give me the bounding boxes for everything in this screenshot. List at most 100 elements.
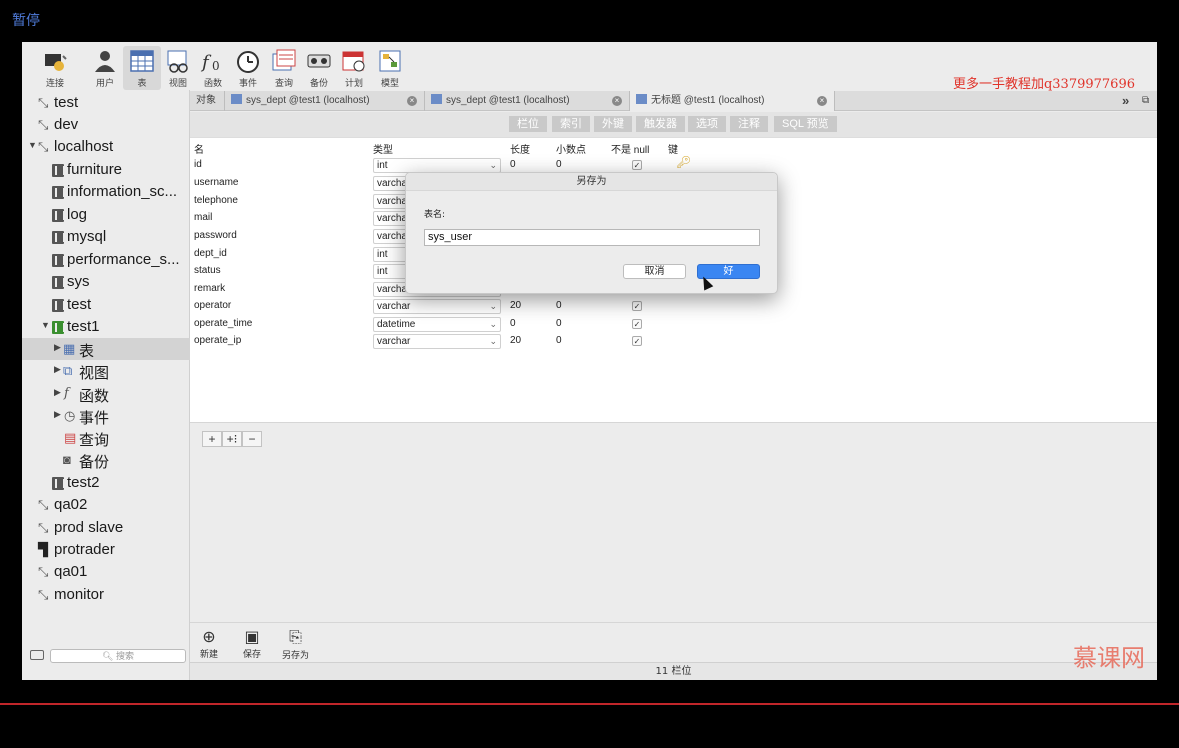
subtab-comments[interactable]: 注释 xyxy=(730,116,769,132)
close-icon[interactable]: × xyxy=(612,96,622,106)
type-select[interactable]: int ⌄ xyxy=(373,158,501,173)
toggle-sidebar-button[interactable] xyxy=(30,650,44,660)
subtab-fields[interactable]: 栏位 xyxy=(509,116,548,132)
tree-db-test[interactable]: test xyxy=(22,294,190,316)
schedule-icon xyxy=(342,51,365,72)
col-type-header: 类型 xyxy=(373,145,393,156)
tree-node-views[interactable]: ▶ ⧉ 视图 xyxy=(22,360,190,382)
connection-tree: ⤡ test ⤡ dev ▼ ⤡ localhost furniture informa… xyxy=(22,90,190,645)
field-row[interactable]: operator varchar ⌄ 20 0 ✓ xyxy=(190,298,1157,315)
view-icon xyxy=(167,50,188,73)
cancel-button[interactable]: 取消 xyxy=(623,264,686,279)
type-select[interactable]: varchar ⌄ xyxy=(373,334,501,349)
svg-text:0: 0 xyxy=(212,59,220,73)
tree-node-queries[interactable]: ▤ 查询 xyxy=(22,427,190,449)
pause-label: 暂停 xyxy=(12,13,40,29)
tree-conn-qa02[interactable]: ⤡ qa02 xyxy=(22,494,190,516)
toolbar-schedule-button[interactable]: 计划 xyxy=(335,46,373,90)
footer-toolbar: ⊕ 新建 ▣ 保存 ⎘ 另存为 xyxy=(190,622,1157,662)
toolbar-event-button[interactable]: 事件 xyxy=(229,46,267,90)
close-icon[interactable]: × xyxy=(817,96,827,106)
connection-icon: ⤡ xyxy=(38,497,49,512)
subtab-sql-preview[interactable]: SQL 预览 xyxy=(774,116,838,132)
tab-untitled[interactable]: 无标题 @test1 (localhost) × xyxy=(630,91,835,111)
tree-db-test1[interactable]: ▼ test1 xyxy=(22,316,190,338)
tab-sys-dept-1[interactable]: sys_dept @test1 (localhost) × xyxy=(225,91,425,111)
toolbar-table-button[interactable]: 表 xyxy=(123,46,161,90)
expanded-triangle-icon[interactable]: ▼ xyxy=(28,140,37,150)
connection-icon: ⤡ xyxy=(38,95,49,110)
field-row[interactable]: operate_ip varchar ⌄ 20 0 ✓ xyxy=(190,333,1157,350)
connection-icon xyxy=(45,54,67,71)
toolbar-query-button[interactable]: 查询 xyxy=(265,46,303,90)
tree-conn-dev[interactable]: ⤡ dev xyxy=(22,114,190,136)
tree-conn-test[interactable]: ⤡ test xyxy=(22,92,190,114)
tree-search-input[interactable]: 🔍︎ 搜索 xyxy=(50,649,186,663)
video-progress-line xyxy=(0,703,1179,705)
type-select[interactable]: datetime ⌄ xyxy=(373,317,501,332)
toolbar-model-button[interactable]: 模型 xyxy=(371,46,409,90)
tree-conn-prod-slave[interactable]: ⤡ prod slave xyxy=(22,517,190,539)
field-row[interactable]: operate_time datetime ⌄ 0 0 ✓ xyxy=(190,316,1157,333)
primary-key-icon[interactable]: 🔑︎ xyxy=(676,155,691,169)
col-decimals-header: 小数点 xyxy=(556,145,586,156)
tree-db-performance-schema[interactable]: performance_s... xyxy=(22,249,190,271)
save-button[interactable]: ▣ 保存 xyxy=(243,627,261,660)
event-icon xyxy=(237,51,259,73)
query-icon xyxy=(272,49,296,71)
toolbar-user-button[interactable]: 用户 xyxy=(86,46,124,90)
tree-db-sys[interactable]: sys xyxy=(22,271,190,293)
database-open-icon xyxy=(52,321,65,334)
collapsed-triangle-icon[interactable]: ▶ xyxy=(54,409,61,420)
tree-node-tables[interactable]: ▶ ▦ 表 xyxy=(22,338,190,360)
subtab-triggers[interactable]: 触发器 xyxy=(636,116,686,132)
subtab-indexes[interactable]: 索引 xyxy=(552,116,591,132)
tabs-overflow-button[interactable]: » xyxy=(1116,91,1136,111)
tab-sys-dept-2[interactable]: sys_dept @test1 (localhost) × xyxy=(425,91,630,111)
tree-node-functions[interactable]: ▶ f 函数 xyxy=(22,383,190,405)
col-key-header: 键 xyxy=(668,145,678,156)
tree-db-mysql[interactable]: mysql xyxy=(22,226,190,248)
type-select[interactable]: varchar ⌄ xyxy=(373,299,501,314)
tree-node-events[interactable]: ▶ ◷ 事件 xyxy=(22,405,190,427)
expanded-triangle-icon[interactable]: ▼ xyxy=(41,320,50,330)
imooc-logo: 慕课网 xyxy=(1073,644,1145,672)
tree-conn-protrader[interactable]: ▜ protrader xyxy=(22,539,190,561)
close-icon[interactable]: × xyxy=(407,96,417,106)
collapsed-triangle-icon[interactable]: ▶ xyxy=(54,364,61,375)
subtab-foreign-keys[interactable]: 外键 xyxy=(594,116,633,132)
toolbar-backup-button[interactable]: 备份 xyxy=(300,46,338,90)
tree-conn-localhost[interactable]: ▼ ⤡ localhost xyxy=(22,136,190,158)
new-tab-button[interactable]: ⧉ xyxy=(1136,91,1157,111)
tree-conn-qa01[interactable]: ⤡ qa01 xyxy=(22,561,190,583)
insert-field-button[interactable]: +⁝ xyxy=(222,431,242,447)
collapsed-triangle-icon[interactable]: ▶ xyxy=(54,342,61,353)
save-as-button[interactable]: ⎘ 另存为 xyxy=(282,627,309,661)
table-name-input[interactable]: sys_user xyxy=(424,229,760,246)
save-as-dialog: 另存为 表名: sys_user 取消 好 xyxy=(405,172,778,294)
collapsed-triangle-icon[interactable]: ▶ xyxy=(54,387,61,398)
new-button[interactable]: ⊕ 新建 xyxy=(200,627,218,660)
tree-db-furniture[interactable]: furniture xyxy=(22,159,190,181)
add-field-button[interactable]: + xyxy=(202,431,222,447)
notnull-checkbox[interactable]: ✓ xyxy=(632,160,642,170)
tree-db-information-schema[interactable]: information_sc... xyxy=(22,181,190,203)
chevron-down-icon: ⌄ xyxy=(489,336,497,346)
notnull-checkbox[interactable]: ✓ xyxy=(632,319,642,329)
status-bar: 11 栏位 xyxy=(190,662,1157,680)
notnull-checkbox[interactable]: ✓ xyxy=(632,301,642,311)
table-icon: ▦ xyxy=(63,341,76,356)
notnull-checkbox[interactable]: ✓ xyxy=(632,336,642,346)
table-icon xyxy=(431,94,442,104)
tree-db-test2[interactable]: test2 xyxy=(22,472,190,494)
tree-node-backups[interactable]: ◙ 备份 xyxy=(22,449,190,471)
tree-db-log[interactable]: log xyxy=(22,204,190,226)
delete-field-button[interactable]: − xyxy=(242,431,262,447)
query-icon: ▤ xyxy=(64,430,77,445)
toolbar-function-button[interactable]: f0 函数 xyxy=(194,46,232,90)
tree-conn-monitor[interactable]: ⤡ monitor xyxy=(22,584,190,606)
toolbar-view-button[interactable]: 视图 xyxy=(159,46,197,90)
toolbar-connection-button[interactable]: 连接 xyxy=(36,46,74,90)
subtab-options[interactable]: 选项 xyxy=(688,116,727,132)
tab-objects[interactable]: 对象 xyxy=(190,91,225,111)
